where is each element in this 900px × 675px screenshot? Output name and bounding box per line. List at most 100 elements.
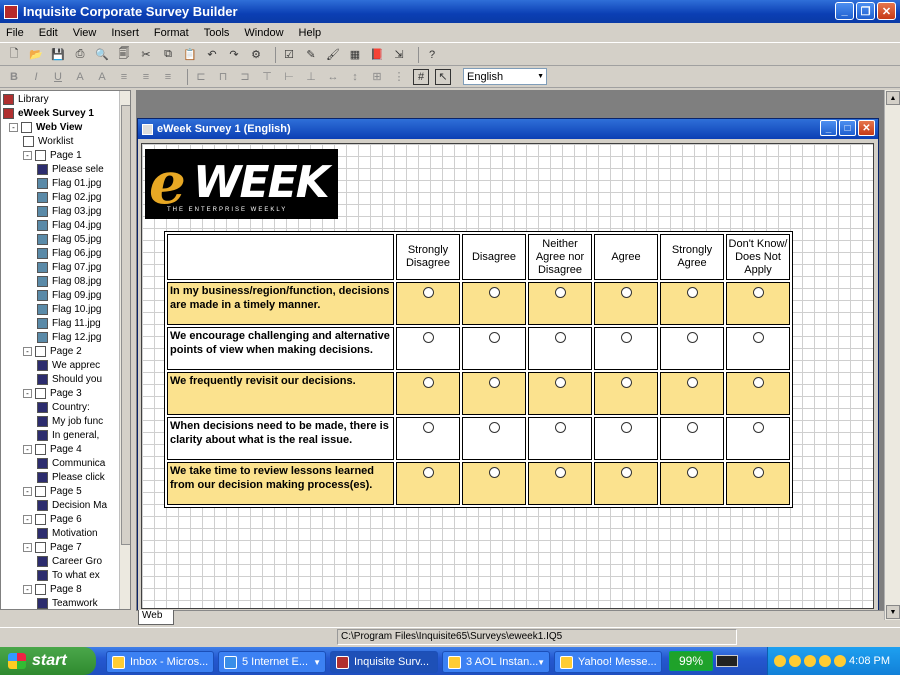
font-size-up-icon[interactable]: A	[72, 69, 88, 85]
tree-item[interactable]: In general,	[37, 428, 99, 442]
tree-item[interactable]: - Page 3	[23, 386, 82, 400]
tree-item[interactable]: - Page 8	[23, 582, 82, 596]
font-size-down-icon[interactable]: A	[94, 69, 110, 85]
help-icon[interactable]: ?	[424, 47, 440, 63]
taskbar-item-inbox[interactable]: Inbox - Micros...	[106, 651, 214, 673]
book-icon[interactable]: 📕	[369, 47, 385, 63]
radio-button[interactable]	[752, 467, 764, 478]
tree-item[interactable]: Motivation	[37, 526, 98, 540]
bold-icon[interactable]: B	[6, 69, 22, 85]
radio-button[interactable]	[554, 422, 566, 433]
workspace-scrollbar[interactable]: ▲ ▼	[884, 90, 900, 620]
radio-button[interactable]	[554, 332, 566, 343]
radio-button[interactable]	[620, 332, 632, 343]
menu-insert[interactable]: Insert	[111, 27, 139, 39]
align-center-icon[interactable]: ≡	[138, 69, 154, 85]
menu-help[interactable]: Help	[299, 27, 322, 39]
taskbar-item-inquisite[interactable]: Inquisite Surv...	[330, 651, 438, 673]
tree-item[interactable]: We apprec	[37, 358, 100, 372]
radio-button[interactable]	[422, 332, 434, 343]
tab-web[interactable]: Web	[138, 610, 174, 625]
paint-icon[interactable]: 🖌	[325, 47, 341, 63]
tree-item[interactable]: Flag 02.jpg	[37, 190, 101, 204]
tree-item[interactable]: Worklist	[23, 134, 73, 148]
tray-icon[interactable]	[819, 655, 831, 667]
radio-button[interactable]	[422, 467, 434, 478]
tray-icon[interactable]	[834, 655, 846, 667]
tree-item[interactable]: - Page 7	[23, 540, 82, 554]
print-preview-icon[interactable]: 🔍	[94, 47, 110, 63]
align-bottom-icon[interactable]: ⊥	[303, 69, 319, 85]
radio-button[interactable]	[488, 377, 500, 388]
menu-view[interactable]: View	[73, 27, 97, 39]
minimize-button[interactable]: _	[835, 2, 854, 20]
italic-icon[interactable]: I	[28, 69, 44, 85]
maximize-button[interactable]: ❐	[856, 2, 875, 20]
radio-button[interactable]	[752, 377, 764, 388]
copy-icon[interactable]: ⧉	[160, 47, 176, 63]
tree-item[interactable]: Please click	[37, 470, 105, 484]
doc-minimize-button[interactable]: _	[820, 120, 837, 136]
tree-item[interactable]: - Page 1	[23, 148, 82, 162]
language-select[interactable]: English ▼	[463, 68, 547, 85]
radio-button[interactable]	[686, 467, 698, 478]
tree-item[interactable]: Flag 04.jpg	[37, 218, 101, 232]
radio-button[interactable]	[620, 377, 632, 388]
close-button[interactable]: ✕	[877, 2, 896, 20]
doc-close-button[interactable]: ✕	[858, 120, 875, 136]
same-height-icon[interactable]: ↕	[347, 69, 363, 85]
tree-item[interactable]: Flag 01.jpg	[37, 176, 101, 190]
tree-item[interactable]: Flag 06.jpg	[37, 246, 101, 260]
radio-button[interactable]	[686, 287, 698, 298]
radio-button[interactable]	[488, 332, 500, 343]
menu-edit[interactable]: Edit	[39, 27, 58, 39]
redo-icon[interactable]: ↷	[226, 47, 242, 63]
radio-button[interactable]	[488, 287, 500, 298]
design-canvas[interactable]: e WEEK THE ENTERPRISE WEEKLY Strongly Dis…	[141, 143, 874, 609]
tree-item[interactable]: Teamwork	[37, 596, 98, 609]
tree-item[interactable]: To what ex	[37, 568, 100, 582]
print-icon[interactable]: ⎙	[72, 47, 88, 63]
start-button[interactable]: start	[0, 647, 96, 675]
tree-item[interactable]: Career Gro	[37, 554, 102, 568]
settings-icon[interactable]: ⚙	[248, 47, 264, 63]
collapse-icon[interactable]: -	[9, 122, 18, 132]
tree-item[interactable]: Should you	[37, 372, 102, 386]
scroll-down-arrow-icon[interactable]: ▼	[886, 605, 900, 619]
tree-item[interactable]: My job func	[37, 414, 103, 428]
tree-item[interactable]: Flag 09.jpg	[37, 288, 101, 302]
tree-item[interactable]: Country:	[37, 400, 90, 414]
radio-button[interactable]	[686, 422, 698, 433]
same-size-icon[interactable]: ⊞	[369, 69, 385, 85]
tree-item[interactable]: Flag 08.jpg	[37, 274, 101, 288]
align-left-icon[interactable]: ≡	[116, 69, 132, 85]
taskbar-item-aol[interactable]: 3 AOL Instan... ▼	[442, 651, 550, 673]
align-middle-icon[interactable]: ⊢	[281, 69, 297, 85]
collapse-icon[interactable]: -	[23, 388, 32, 398]
radio-button[interactable]	[554, 377, 566, 388]
same-width-icon[interactable]: ↔	[325, 69, 341, 85]
tree-item[interactable]: - Page 6	[23, 512, 82, 526]
collapse-icon[interactable]: -	[23, 444, 32, 454]
radio-button[interactable]	[752, 422, 764, 433]
collapse-icon[interactable]: -	[23, 150, 32, 160]
save-icon[interactable]: 💾	[50, 47, 66, 63]
menu-format[interactable]: Format	[154, 27, 189, 39]
taskbar-item-yahoo[interactable]: Yahoo! Messe...	[554, 651, 662, 673]
radio-button[interactable]	[422, 422, 434, 433]
radio-button[interactable]	[554, 467, 566, 478]
tree-item[interactable]: Communica	[37, 456, 105, 470]
tree-item[interactable]: - Page 2	[23, 344, 82, 358]
new-icon[interactable]: 🗋	[6, 47, 22, 63]
collapse-icon[interactable]: -	[23, 542, 32, 552]
radio-button[interactable]	[422, 377, 434, 388]
tray-icon[interactable]	[774, 655, 786, 667]
tree-item[interactable]: - Page 4	[23, 442, 82, 456]
tree-item[interactable]: Flag 07.jpg	[37, 260, 101, 274]
tree-item[interactable]: Please sele	[37, 162, 104, 176]
radio-button[interactable]	[620, 287, 632, 298]
tree-scrollbar[interactable]	[119, 91, 130, 609]
pen-icon[interactable]: ✎	[303, 47, 319, 63]
open-icon[interactable]: 📂	[28, 47, 44, 63]
align-objects-left-icon[interactable]: ⊏	[193, 69, 209, 85]
